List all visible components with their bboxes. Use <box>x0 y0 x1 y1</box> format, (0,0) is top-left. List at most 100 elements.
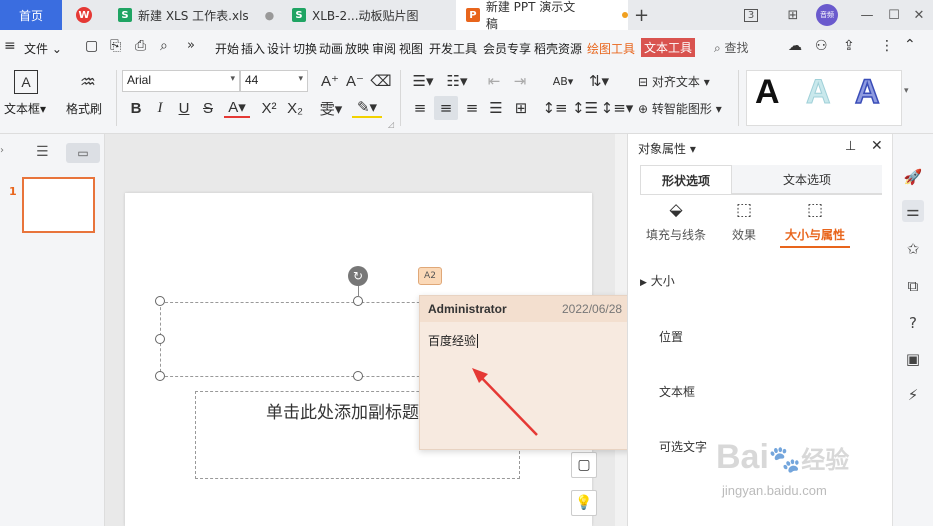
comment-marker[interactable]: A2 <box>418 267 442 285</box>
avatar[interactable]: 音频 <box>814 0 840 30</box>
resize-handle[interactable] <box>353 371 363 381</box>
menu-animation[interactable]: 动画 <box>319 40 343 57</box>
menu-member[interactable]: 会员专享 <box>483 40 531 57</box>
close-panel-icon[interactable]: ✕ <box>871 138 883 154</box>
textbox-button[interactable]: A 文本框▾ <box>4 68 56 120</box>
expand-panel-icon[interactable]: › <box>0 145 4 156</box>
menu-slideshow[interactable]: 放映 <box>345 40 369 57</box>
decrease-font-icon[interactable]: A⁻ <box>345 71 365 91</box>
increase-font-icon[interactable]: A⁺ <box>320 71 340 91</box>
phonetic-icon[interactable]: 雯▾ <box>316 98 346 118</box>
share-icon[interactable]: ⇪ <box>843 38 855 54</box>
align-center-icon[interactable]: ≡ <box>434 96 458 120</box>
search-button[interactable]: ⌕ 查找 <box>714 39 749 56</box>
format-painter-button[interactable]: ♒ 格式刷 <box>66 68 110 120</box>
shape-format-icon[interactable]: ▢ <box>571 452 597 478</box>
justify-icon[interactable]: ☰ <box>486 98 506 118</box>
bold-icon[interactable]: B <box>126 98 146 118</box>
layout-switch-button[interactable]: 3 <box>738 0 764 30</box>
text-direction-icon[interactable]: AB▾ <box>548 71 578 91</box>
maximize-button[interactable]: ☐ <box>883 0 905 30</box>
resize-handle[interactable] <box>155 296 165 306</box>
line-sort-icon[interactable]: ⇅▾ <box>584 71 614 91</box>
resize-handle[interactable] <box>353 296 363 306</box>
print-icon[interactable]: ⎙ <box>135 38 146 54</box>
more-options-icon[interactable]: ⋮ <box>880 38 894 54</box>
menu-dev-tools[interactable]: 开发工具 <box>429 40 477 57</box>
smart-shape-button[interactable]: ⊕ 转智能图形 ▾ <box>638 100 722 117</box>
export-icon[interactable]: ⎘ <box>110 38 121 54</box>
subscript-icon[interactable]: X₂ <box>284 98 306 118</box>
wordart-style-teal[interactable]: A <box>806 73 832 112</box>
line-spacing-icon[interactable]: ↕≡ <box>542 98 567 118</box>
title-textbox[interactable] <box>160 302 450 377</box>
transition-icon[interactable]: ⧉ <box>902 275 924 297</box>
slide-view-icon[interactable]: ▭ <box>66 143 100 163</box>
menu-text-tools[interactable]: 文本工具 <box>641 38 696 57</box>
subtab-effect[interactable]: ⬚ 效果 <box>722 200 766 245</box>
font-name-select[interactable]: Arial ▾ <box>122 70 240 92</box>
tab-text-options[interactable]: 文本选项 <box>732 165 882 194</box>
slide-thumbnail[interactable] <box>22 177 95 233</box>
align-right-icon[interactable]: ≡ <box>462 98 482 118</box>
new-tab-button[interactable]: + <box>634 0 654 30</box>
distribute-icon[interactable]: ⊞ <box>510 98 532 118</box>
subtab-size-properties[interactable]: ⬚ 大小与属性 <box>780 200 850 248</box>
more-chevron-icon[interactable]: » <box>187 38 195 53</box>
clear-format-icon[interactable]: ⌫ <box>370 71 392 91</box>
outline-view-icon[interactable]: ☰ <box>36 144 49 160</box>
hamburger-icon[interactable]: ≡ <box>4 38 16 54</box>
menu-review[interactable]: 审阅 <box>372 40 396 57</box>
strikethrough-icon[interactable]: S <box>198 98 218 118</box>
align-left-icon[interactable]: ≡ <box>410 98 430 118</box>
close-window-button[interactable]: ✕ <box>908 0 930 30</box>
print-preview-icon[interactable]: ⌕ <box>160 38 168 54</box>
gallery-expand-icon[interactable]: ▾ <box>904 86 909 96</box>
underline-icon[interactable]: U <box>174 98 194 118</box>
menu-insert[interactable]: 插入 <box>241 40 265 57</box>
font-size-select[interactable]: 44 ▾ <box>240 70 308 92</box>
properties-sliders-icon[interactable]: ⚌ <box>902 200 924 222</box>
menu-design[interactable]: 设计 <box>267 40 291 57</box>
resize-handle[interactable] <box>155 371 165 381</box>
font-dialog-launcher-icon[interactable]: ◿ <box>388 120 394 129</box>
rocket-icon[interactable]: 🚀 <box>902 166 924 188</box>
rotate-handle-icon[interactable]: ↻ <box>348 266 368 286</box>
close-tab-icon[interactable]: ● <box>265 9 275 22</box>
lightbulb-icon[interactable]: 💡 <box>571 490 597 516</box>
cloud-icon[interactable]: ☁ <box>788 38 802 54</box>
help-icon[interactable]: ? <box>902 312 924 334</box>
menu-docer[interactable]: 稻壳资源 <box>534 40 582 57</box>
align-text-button[interactable]: ⊟ 对齐文本 ▾ <box>638 73 710 90</box>
font-color-icon[interactable]: A▾ <box>224 98 250 118</box>
tab-home[interactable]: 首页 <box>0 0 62 30</box>
image-tools-icon[interactable]: ▣ <box>902 348 924 370</box>
section-size[interactable]: ▶ 大小 <box>640 272 675 289</box>
increase-indent-icon[interactable]: ⇥ <box>510 71 530 91</box>
section-alt-text[interactable]: 可选文字 <box>659 438 707 455</box>
user-add-icon[interactable]: ⚇ <box>815 38 828 54</box>
minimize-button[interactable]: — <box>856 0 878 30</box>
superscript-icon[interactable]: X² <box>258 98 280 118</box>
spacing-options-icon[interactable]: ↕≡▾ <box>601 98 634 118</box>
wordart-style-blue[interactable]: A <box>854 72 880 112</box>
apps-grid-icon[interactable]: ⊞ <box>782 0 804 30</box>
quick-action-icon[interactable]: ⚡ <box>902 384 924 406</box>
decrease-indent-icon[interactable]: ⇤ <box>484 71 504 91</box>
section-position[interactable]: 位置 <box>659 328 683 345</box>
italic-icon[interactable]: I <box>150 98 170 118</box>
subtab-fill-line[interactable]: ⬙ 填充与线条 <box>642 200 710 245</box>
wordart-style-black[interactable]: A <box>755 73 780 112</box>
menu-view[interactable]: 视图 <box>399 40 423 57</box>
paragraph-spacing-icon[interactable]: ↕☰ <box>572 98 598 118</box>
tab-wps-docs[interactable]: W <box>62 0 106 30</box>
collapse-ribbon-icon[interactable]: ⌃ <box>904 37 916 53</box>
menu-drawing-tools[interactable]: 绘图工具 <box>587 40 635 57</box>
numbered-list-icon[interactable]: ☷▾ <box>442 71 472 91</box>
animation-star-icon[interactable]: ✩ <box>902 238 924 260</box>
pin-panel-icon[interactable]: ⊥ <box>845 139 856 154</box>
menu-home[interactable]: 开始 <box>215 40 239 57</box>
comment-text[interactable]: 百度经验 <box>428 332 482 349</box>
menu-file[interactable]: 文件 ⌄ <box>24 40 62 57</box>
tab-ppt[interactable]: P 新建 PPT 演示文稿 <box>456 0 628 31</box>
